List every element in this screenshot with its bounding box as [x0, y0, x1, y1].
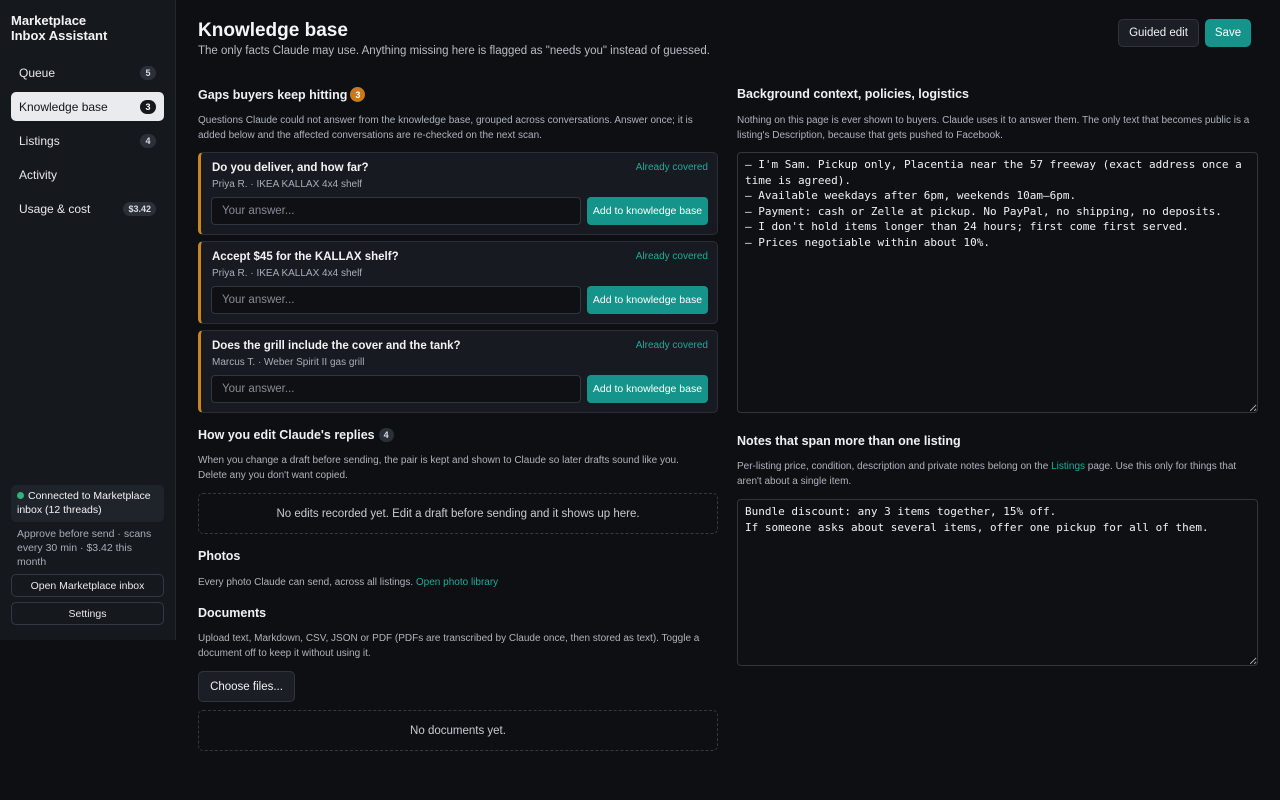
knowledge-base-count-badge: 3: [140, 99, 156, 114]
usage-cost-badge: $3.42: [123, 201, 156, 216]
gaps-description: Questions Claude could not answer from t…: [198, 115, 693, 141]
sidebar-item-usage-cost[interactable]: Usage & cost $3.42: [11, 194, 164, 223]
notes-title: Notes that span more than one listing: [737, 434, 961, 448]
gap-answer-input[interactable]: [211, 286, 581, 314]
background-description: Nothing on this page is ever shown to bu…: [737, 115, 1250, 141]
gap-question: Accept $45 for the KALLAX shelf?: [212, 251, 399, 263]
already-covered-link[interactable]: Already covered: [636, 251, 708, 262]
page-title: Knowledge base: [198, 20, 348, 41]
sidebar-item-queue[interactable]: Queue 5: [11, 58, 164, 87]
gap-card: Accept $45 for the KALLAX shelf? Priya R…: [198, 241, 718, 324]
save-button[interactable]: Save: [1205, 19, 1251, 47]
page-subtitle: The only facts Claude may use. Anything …: [198, 45, 710, 57]
settings-button[interactable]: Settings: [11, 602, 164, 625]
edits-count-badge: 4: [378, 428, 394, 442]
already-covered-link[interactable]: Already covered: [636, 162, 708, 173]
gap-answer-input[interactable]: [211, 197, 581, 225]
gaps-count-badge: 3: [350, 87, 366, 102]
gap-answer-input[interactable]: [211, 375, 581, 403]
open-marketplace-inbox-button[interactable]: Open Marketplace inbox: [11, 574, 164, 597]
choose-files-button[interactable]: Choose files...: [198, 671, 295, 702]
connection-meta: Approve before send · scans every 30 min…: [17, 528, 152, 568]
guided-edit-button[interactable]: Guided edit: [1118, 19, 1199, 47]
gaps-title: Gaps buyers keep hitting 3: [198, 87, 366, 102]
sidebar-nav: Queue 5 Knowledge base 3 Listings 4 Acti…: [11, 58, 164, 228]
documents-title: Documents: [198, 606, 267, 620]
add-to-knowledge-base-button[interactable]: Add to knowledge base: [587, 375, 708, 403]
photos-title: Photos: [198, 549, 241, 563]
edits-description: When you change a draft before sending, …: [198, 455, 679, 481]
documents-empty-state: No documents yet.: [198, 710, 718, 751]
sidebar-item-activity[interactable]: Activity: [11, 160, 164, 189]
photos-description: Every photo Claude can send, across all …: [198, 577, 499, 588]
edits-empty-state: No edits recorded yet. Edit a draft befo…: [198, 493, 718, 534]
gap-card: Does the grill include the cover and the…: [198, 330, 718, 413]
sidebar-item-knowledge-base[interactable]: Knowledge base 3: [11, 92, 164, 121]
gap-meta: Marcus T. · Weber Spirit II gas grill: [212, 357, 365, 368]
status-dot-icon: [17, 492, 24, 499]
notes-description: Per-listing price, condition, descriptio…: [737, 461, 1237, 487]
app-title: Marketplace Inbox Assistant: [11, 13, 108, 43]
connection-status: Connected to Marketplace inbox (12 threa…: [11, 485, 164, 522]
open-photo-library-link[interactable]: Open photo library: [416, 577, 498, 588]
gap-meta: Priya R. · IKEA KALLAX 4x4 shelf: [212, 179, 363, 190]
background-context-textarea[interactable]: – I'm Sam. Pickup only, Placentia near t…: [737, 152, 1258, 413]
cross-listing-notes-textarea[interactable]: Bundle discount: any 3 items together, 1…: [737, 499, 1258, 666]
listings-count-badge: 4: [140, 133, 156, 148]
sidebar: Marketplace Inbox Assistant Queue 5 Know…: [0, 0, 176, 640]
edits-title: How you edit Claude's replies 4: [198, 428, 394, 442]
gap-card: Do you deliver, and how far? Priya R. · …: [198, 152, 718, 235]
listings-link[interactable]: Listings: [1051, 461, 1085, 472]
queue-count-badge: 5: [140, 65, 156, 80]
gap-question: Does the grill include the cover and the…: [212, 340, 461, 352]
gap-question: Do you deliver, and how far?: [212, 162, 369, 174]
background-title: Background context, policies, logistics: [737, 87, 969, 101]
documents-description: Upload text, Markdown, CSV, JSON or PDF …: [198, 633, 700, 659]
sidebar-item-listings[interactable]: Listings 4: [11, 126, 164, 155]
add-to-knowledge-base-button[interactable]: Add to knowledge base: [587, 197, 708, 225]
add-to-knowledge-base-button[interactable]: Add to knowledge base: [587, 286, 708, 314]
already-covered-link[interactable]: Already covered: [636, 340, 708, 351]
gap-meta: Priya R. · IKEA KALLAX 4x4 shelf: [212, 268, 363, 279]
